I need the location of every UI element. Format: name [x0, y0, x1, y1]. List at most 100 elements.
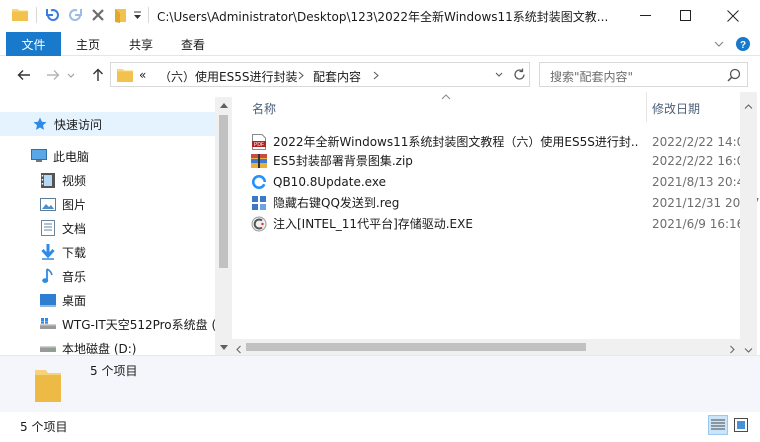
title-bar: C:\Users\Administrator\Desktop\123\2022年… — [0, 0, 760, 31]
details-item-count: 5 个项目 — [90, 364, 138, 378]
large-icons-view-button[interactable] — [731, 415, 751, 435]
file-row[interactable]: QB10.8Update.exe 2021/8/13 20:46 — [251, 171, 752, 192]
sidebar-item-local-disk-d[interactable]: 本地磁盘 (D:) — [0, 336, 215, 355]
horizontal-scrollbar-thumb[interactable] — [246, 343, 586, 351]
chevron-right-icon[interactable] — [373, 71, 379, 80]
chevron-down-icon — [67, 73, 75, 78]
column-header-date-modified[interactable]: 修改日期 — [652, 97, 700, 119]
sidebar-item-label: WTG-IT天空512Pro系统盘 (C — [62, 317, 215, 332]
sidebar-scrollbar[interactable] — [215, 97, 232, 355]
large-icons-view-icon — [734, 418, 748, 432]
scroll-down-arrow[interactable] — [219, 343, 228, 351]
delete-button[interactable] — [87, 4, 109, 26]
file-list-vertical-scrollbar[interactable] — [740, 92, 757, 355]
sidebar-item-label: 文档 — [62, 221, 87, 236]
new-folder-button[interactable] — [110, 4, 132, 26]
file-list: 名称 修改日期 PDF 2022年全新Windows11系统封装图文教程（六）使… — [232, 92, 760, 355]
redo-icon — [69, 9, 82, 22]
close-button[interactable] — [710, 0, 756, 31]
file-row[interactable]: 注入[INTEL_11代平台]存储驱动.EXE 2021/6/9 16:16 — [251, 213, 751, 234]
breadcrumb-item[interactable]: （六）使用ES5S进行封装 — [159, 68, 297, 85]
sidebar-item-label: 音乐 — [62, 269, 87, 284]
file-row[interactable]: PDF 2022年全新Windows11系统封装图文教程（六）使用ES5S进行封… — [251, 131, 752, 152]
file-date: 2022/2/22 14:08 — [652, 134, 752, 149]
pdf-icon: PDF — [251, 133, 267, 150]
file-date: 2022/2/22 16:08 — [652, 153, 752, 168]
details-pane: 5 个项目 — [0, 355, 760, 412]
reg-icon — [251, 195, 267, 211]
tab-home[interactable]: 主页 — [76, 32, 100, 56]
sidebar-item-videos[interactable]: 视频 — [0, 168, 215, 192]
arrow-left-icon — [17, 70, 30, 80]
tab-view[interactable]: 查看 — [181, 32, 205, 56]
svg-text:?: ? — [740, 40, 746, 51]
column-divider[interactable] — [646, 92, 647, 122]
column-header-name[interactable]: 名称 — [252, 97, 276, 119]
star-icon — [32, 116, 48, 132]
new-folder-icon — [115, 9, 126, 23]
svg-text:PDF: PDF — [254, 142, 264, 148]
sidebar-item-quick-access[interactable]: 快速访问 — [0, 112, 215, 136]
file-row[interactable]: 隐藏右键QQ发送到.reg 2021/12/31 20:57 — [251, 192, 760, 213]
undo-icon — [46, 9, 59, 22]
details-view-icon — [711, 419, 725, 430]
customize-dropdown-icon — [133, 11, 141, 19]
pictures-icon — [40, 196, 56, 212]
address-bar[interactable]: « （六）使用ES5S进行封装 配套内容 — [110, 62, 530, 87]
sort-ascending-icon — [441, 94, 451, 100]
file-row[interactable]: ES5封装部署背景图集.zip 2022/2/22 16:08 — [251, 150, 752, 171]
status-item-count: 5 个项目 — [20, 420, 68, 434]
help-button[interactable]: ? — [736, 37, 750, 51]
file-date: 2021/8/13 20:46 — [652, 174, 752, 189]
file-date: 2021/6/9 16:16 — [652, 216, 745, 231]
scroll-down-arrow[interactable] — [744, 342, 753, 356]
chevron-down-icon — [714, 41, 724, 47]
forward-button[interactable] — [43, 65, 63, 85]
help-icon: ? — [736, 37, 750, 51]
recent-locations-button[interactable] — [65, 65, 77, 85]
file-list-horizontal-scrollbar[interactable] — [232, 339, 740, 355]
chevron-down-icon[interactable] — [495, 72, 503, 77]
sidebar-item-pictures[interactable]: 图片 — [0, 192, 215, 216]
breadcrumb-item-current[interactable]: 配套内容 — [313, 68, 361, 85]
undo-button[interactable] — [42, 4, 64, 26]
exe-icon — [251, 174, 267, 190]
close-icon — [727, 9, 739, 22]
documents-icon — [40, 220, 56, 236]
folder-icon — [117, 69, 133, 82]
driver-exe-icon — [251, 216, 267, 232]
back-button[interactable] — [14, 65, 34, 85]
details-view-button[interactable] — [708, 415, 728, 435]
search-icon[interactable] — [727, 68, 741, 82]
chevron-right-icon[interactable] — [298, 71, 304, 80]
search-placeholder: 搜索"配套内容" — [550, 70, 634, 84]
address-overflow[interactable]: « — [139, 68, 146, 82]
expand-ribbon-button[interactable] — [712, 37, 726, 51]
sidebar-item-this-pc[interactable]: 此电脑 — [0, 144, 215, 168]
tab-share[interactable]: 共享 — [129, 32, 153, 56]
sidebar-item-label: 下载 — [62, 245, 87, 260]
sidebar-item-desktop[interactable]: 桌面 — [0, 288, 215, 312]
maximize-button[interactable] — [662, 0, 708, 31]
search-box[interactable]: 搜索"配套内容" — [539, 62, 748, 87]
scroll-up-arrow[interactable] — [744, 98, 753, 112]
sidebar-item-system-drive[interactable]: WTG-IT天空512Pro系统盘 (C — [0, 312, 215, 336]
file-name: 隐藏右键QQ发送到.reg — [273, 196, 400, 210]
local-disk-icon — [40, 340, 56, 355]
toolbar-separator — [36, 7, 37, 23]
redo-button[interactable] — [64, 4, 86, 26]
sidebar-item-label: 桌面 — [62, 293, 87, 308]
scroll-up-arrow[interactable] — [219, 101, 228, 109]
up-button[interactable] — [88, 65, 108, 85]
refresh-icon[interactable] — [513, 68, 526, 81]
sidebar-item-music[interactable]: 音乐 — [0, 264, 215, 288]
sidebar-scrollbar-thumb[interactable] — [219, 115, 228, 268]
sidebar-item-downloads[interactable]: 下载 — [0, 240, 215, 264]
tab-file[interactable]: 文件 — [6, 32, 61, 56]
window-title: C:\Users\Administrator\Desktop\123\2022年… — [157, 10, 609, 24]
sidebar-item-documents[interactable]: 文档 — [0, 216, 215, 240]
customize-quick-access-button[interactable] — [130, 4, 144, 26]
zip-icon — [251, 153, 267, 169]
music-icon — [40, 268, 56, 284]
maximize-icon — [679, 10, 691, 21]
